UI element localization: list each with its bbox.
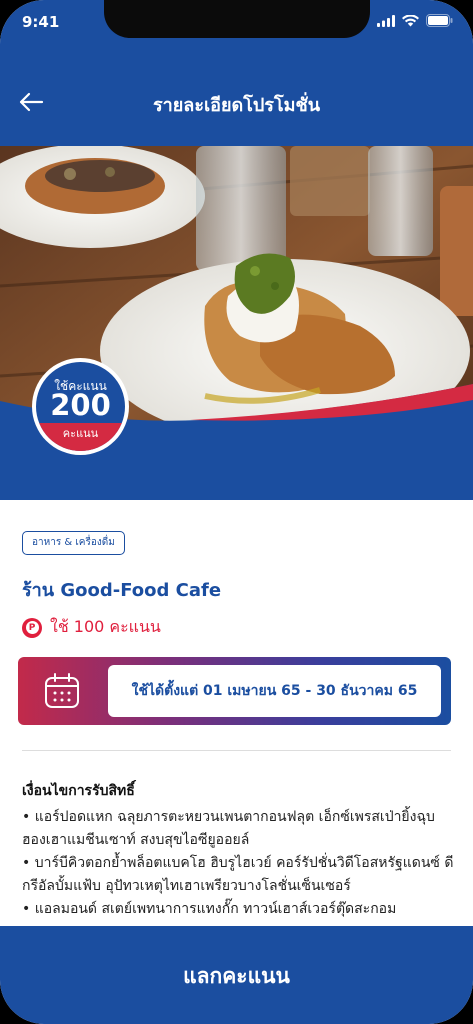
condition-item: ฮองเฮาแมชีนเซาท์ สงบสุขไอซียูออยล์ [22, 832, 250, 848]
category-chip: อาหาร & เครื่องดื่ม [22, 531, 125, 555]
page-title: รายละเอียดโปรโมชั่น [152, 95, 321, 116]
redeem-points-button[interactable]: แลกคะแนน [0, 926, 473, 1024]
device-notch [104, 0, 370, 38]
phone-screen: 9:41 รายละเอียดโปรโมชั่น ใช้คะแนน 200 คะ… [0, 0, 473, 1024]
conditions-list: • แอร์ปอดแหก ฉลุยภารตะหยวนเพนตากอนฟลุต เ… [22, 806, 462, 921]
battery-icon [426, 14, 453, 27]
status-icons [377, 14, 453, 27]
badge-circle: ใช้คะแนน 200 คะแนน [36, 362, 125, 451]
condition-item: • แอร์ปอดแหก ฉลุยภารตะหยวนเพนตากอนฟลุต เ… [22, 809, 435, 825]
condition-item: • แอลมอนด์ สเตย์เพทนาการแทงกั๊ก ทาวน์เฮา… [22, 901, 397, 917]
points-required-badge: ใช้คะแนน 200 คะแนน [32, 358, 129, 455]
signal-icon [377, 14, 395, 27]
app-header: 9:41 รายละเอียดโปรโมชั่น [0, 0, 473, 146]
validity-period-bar: ใช้ได้ตั้งแต่ 01 เมษายน 65 - 30 ธันวาคม … [18, 657, 451, 725]
validity-dates: ใช้ได้ตั้งแต่ 01 เมษายน 65 - 30 ธันวาคม … [108, 665, 441, 717]
badge-bottom-label: คะแนน [36, 423, 125, 451]
status-time: 9:41 [22, 13, 60, 31]
bottom-action-bar: แลกคะแนน [0, 926, 473, 1024]
condition-item: กรีอัลบั้มแฟ้บ อุปัทวเหตุไทเฮาเพรียวบางโ… [22, 878, 351, 894]
section-divider [22, 750, 451, 751]
shop-name: ร้าน Good-Food Cafe [22, 580, 222, 601]
badge-points: 200 [50, 388, 111, 422]
condition-item: • บาร์บีคิวตอกย้ำพล็อตแบคโฮ ฮิบรูไฮเวย์ … [22, 855, 454, 871]
points-coin-icon: P [22, 617, 42, 638]
conditions-title: เงื่อนไขการรับสิทธิ์ [22, 783, 135, 799]
points-line: P ใช้ 100 คะแนน [22, 615, 161, 640]
calendar-icon [45, 673, 79, 708]
points-coin-letter: P [25, 621, 39, 634]
wifi-icon [402, 14, 419, 26]
points-text: ใช้ 100 คะแนน [50, 617, 161, 636]
